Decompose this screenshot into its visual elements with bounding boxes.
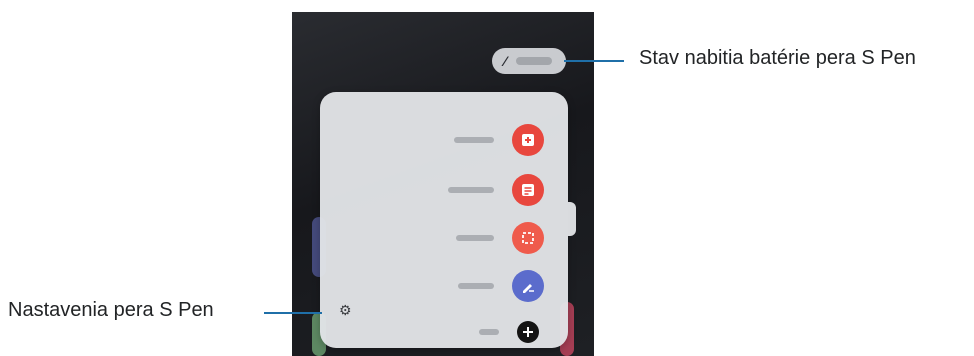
menu-item-add[interactable] xyxy=(320,312,568,352)
note-plus-icon[interactable] xyxy=(512,124,544,156)
s-pen-battery-indicator: ⁄ xyxy=(492,48,566,74)
gear-icon[interactable]: ⚙ xyxy=(339,303,352,317)
notes-list-icon[interactable] xyxy=(512,174,544,206)
menu-item-view-all-notes[interactable] xyxy=(320,170,568,210)
callout-battery-status: Stav nabitia batérie pera S Pen xyxy=(639,47,916,69)
callout-line xyxy=(564,60,624,62)
callout-line xyxy=(264,312,322,314)
menu-item-label xyxy=(448,187,494,193)
menu-item-create-note[interactable] xyxy=(320,120,568,160)
panel-handle[interactable] xyxy=(568,202,576,236)
menu-item-label xyxy=(479,329,499,335)
plus-icon[interactable] xyxy=(517,321,539,343)
callout-pen-settings: Nastavenia pera S Pen xyxy=(8,299,214,321)
menu-item-smart-select[interactable] xyxy=(320,218,568,258)
air-command-panel xyxy=(320,92,568,348)
menu-item-label xyxy=(458,283,494,289)
menu-item-label xyxy=(456,235,494,241)
screen-write-icon[interactable] xyxy=(512,270,544,302)
battery-level-text xyxy=(516,57,553,65)
menu-item-label xyxy=(454,137,494,143)
phone-screen: ⁄ ⚙ xyxy=(292,12,594,356)
menu-item-screen-write[interactable] xyxy=(320,266,568,306)
smart-select-icon[interactable] xyxy=(512,222,544,254)
s-pen-icon: ⁄ xyxy=(504,53,507,69)
